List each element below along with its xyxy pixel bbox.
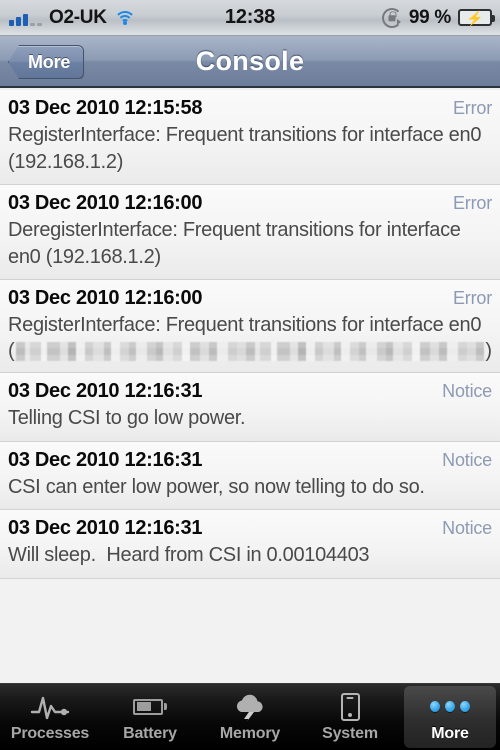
log-row[interactable]: 03 Dec 2010 12:16:00 Error DeregisterInt… xyxy=(0,185,500,281)
three-dots-icon xyxy=(430,692,470,722)
log-level-badge: Error xyxy=(453,98,492,118)
tab-processes[interactable]: Processes xyxy=(0,684,100,750)
battery-charging-icon: ⚡ xyxy=(458,9,495,26)
battery-percent-label: 99 % xyxy=(408,6,451,28)
phone-icon xyxy=(330,692,370,722)
tab-label: Battery xyxy=(123,724,177,742)
log-level-badge: Error xyxy=(453,193,492,214)
log-row-header: 03 Dec 2010 12:15:58 Error xyxy=(8,97,492,120)
log-row[interactable]: 03 Dec 2010 12:16:31 Notice CSI can ente… xyxy=(0,441,500,511)
signal-icon xyxy=(9,10,42,26)
tab-label: System xyxy=(322,724,378,742)
tab-more[interactable]: More xyxy=(400,684,500,750)
log-message: Telling CSI to go low power. xyxy=(8,406,246,429)
log-level-badge: Notice xyxy=(442,518,492,539)
status-bar: O2-UK 12:38 99 % ⚡ xyxy=(0,0,500,36)
pixelated-redaction xyxy=(15,341,485,361)
log-row[interactable]: 03 Dec 2010 12:16:31 Notice Will sleep. … xyxy=(0,510,500,579)
tab-label: Memory xyxy=(219,724,281,742)
log-row-header: 03 Dec 2010 12:16:00 Error xyxy=(8,287,492,310)
tab-system[interactable]: System xyxy=(300,684,400,750)
log-message: DeregisterInterface: Frequent transition… xyxy=(8,219,466,268)
log-timestamp: 03 Dec 2010 12:16:00 xyxy=(8,287,203,310)
iphone-screen: O2-UK 12:38 99 % ⚡ More Console 03 Dec 2… xyxy=(0,0,500,750)
redacted-suffix: ) xyxy=(485,339,492,362)
log-message: CSI can enter low power, so now telling … xyxy=(8,475,425,498)
log-timestamp: 03 Dec 2010 12:16:31 xyxy=(8,517,203,540)
status-bar-left: O2-UK xyxy=(0,7,136,29)
log-row[interactable]: 03 Dec 2010 12:15:58 Error RegisterInter… xyxy=(0,90,500,186)
log-message: Will sleep. Heard from CSI in 0.00104403 xyxy=(8,544,370,567)
wifi-icon xyxy=(113,10,136,26)
tab-memory[interactable]: Memory xyxy=(200,684,300,750)
tab-label: More xyxy=(431,724,469,742)
tab-battery[interactable]: Battery xyxy=(100,684,200,750)
log-timestamp: 03 Dec 2010 12:16:00 xyxy=(8,192,203,215)
pulse-icon xyxy=(30,692,70,722)
tab-label: Processes xyxy=(10,724,90,742)
log-timestamp: 03 Dec 2010 12:16:31 xyxy=(8,448,203,471)
redacted-line: ( ) xyxy=(8,340,492,363)
battery-icon xyxy=(130,692,170,722)
clock-label: 12:38 xyxy=(224,6,276,28)
log-message: RegisterInterface: Frequent transitions … xyxy=(8,314,482,337)
log-timestamp: 03 Dec 2010 12:15:58 xyxy=(8,97,203,119)
rotation-lock-icon xyxy=(381,7,402,28)
status-bar-right: 99 % ⚡ xyxy=(381,6,500,29)
log-level-badge: Notice xyxy=(442,380,492,401)
log-message: RegisterInterface: Frequent transitions … xyxy=(8,124,487,173)
log-level-badge: Error xyxy=(453,288,492,309)
log-level-badge: Notice xyxy=(442,449,492,470)
log-row-header: 03 Dec 2010 12:16:00 Error xyxy=(8,192,492,215)
back-button-label: More xyxy=(28,51,71,72)
log-row[interactable]: 03 Dec 2010 12:16:31 Notice Telling CSI … xyxy=(0,372,500,442)
redacted-prefix: ( xyxy=(8,339,15,362)
log-timestamp: 03 Dec 2010 12:16:31 xyxy=(8,379,203,402)
tab-bar: Processes Battery Memory System More xyxy=(0,683,500,750)
carrier-label: O2-UK xyxy=(49,6,107,28)
console-log-list[interactable]: 03 Dec 2010 12:15:58 Error RegisterInter… xyxy=(0,90,500,683)
log-row-header: 03 Dec 2010 12:16:31 Notice xyxy=(8,449,492,472)
log-row-header: 03 Dec 2010 12:16:31 Notice xyxy=(8,517,492,540)
log-row-header: 03 Dec 2010 12:16:31 Notice xyxy=(8,380,492,403)
navigation-bar: More Console xyxy=(0,36,500,88)
cloud-bolt-icon xyxy=(230,692,270,722)
log-row[interactable]: 03 Dec 2010 12:16:00 Error RegisterInter… xyxy=(0,280,500,373)
back-button-more[interactable]: More xyxy=(8,45,85,79)
